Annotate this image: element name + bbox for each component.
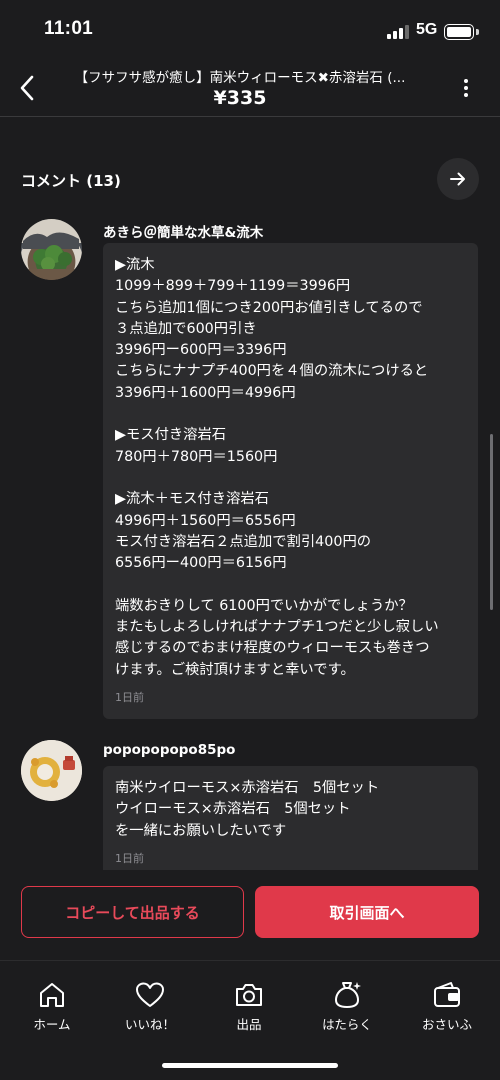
item-price: ¥335 <box>213 87 267 109</box>
comment-line: 3396円＋1600円＝4996円 <box>115 384 296 401</box>
more-button[interactable] <box>456 76 476 100</box>
camera-icon <box>236 984 262 1006</box>
home-icon <box>40 983 64 1007</box>
comment-timestamp: 1日前 <box>115 851 144 865</box>
comments-scroll-area[interactable]: コメント (13) あきら＠簡単な水草&流木 ▶︎流木 1099＋899＋799… <box>0 118 500 870</box>
status-bar: 11:01 5G <box>0 0 500 60</box>
user-avatar-image <box>21 219 82 280</box>
user-avatar-image <box>21 740 82 801</box>
battery-cap <box>476 29 479 35</box>
comment-line: ウイローモス×赤溶岩石 5個セット <box>115 801 351 818</box>
copy-listing-button[interactable]: コピーして出品する <box>21 886 244 938</box>
back-button[interactable] <box>12 72 42 104</box>
comment-line: ▶︎流木＋モス付き溶岩石 <box>115 491 269 508</box>
tab-bar: ホーム いいね！ 出品 はたらく おさいふ <box>0 960 500 1080</box>
comments-title: コメント (13) <box>21 172 121 190</box>
tab-label: いいね！ <box>124 1017 175 1032</box>
comment-bubble: ▶︎流木 1099＋899＋799＋1199＝3996円 こちら追加1個につき2… <box>103 243 478 719</box>
more-vertical-icon <box>464 79 468 83</box>
item-title: 【フサフサ感が癒し】南米ウィローモス✖︎赤溶岩石 (... <box>74 70 406 86</box>
status-time: 11:01 <box>44 18 94 39</box>
comment-line: 南米ウイローモス×赤溶岩石 5個セット <box>115 780 380 796</box>
home-indicator[interactable] <box>162 1063 338 1068</box>
arrow-right-icon <box>450 172 465 186</box>
comment-timestamp: 1日前 <box>115 690 144 704</box>
action-bar: コピーして出品する 取引画面へ <box>0 870 500 958</box>
comment-author[interactable]: popopopopo85po <box>103 742 235 758</box>
tab-label: おさいふ <box>421 1017 472 1032</box>
network-type: 5G <box>416 21 438 38</box>
comment-blank-line <box>115 468 466 489</box>
comment-line: を一緒にお願いしたいです <box>115 822 287 839</box>
comment-line: ▶︎流木 <box>115 257 155 273</box>
tab-label: はたらく <box>322 1017 372 1032</box>
comment-line: ▶︎モス付き溶岩石 <box>115 427 227 444</box>
comment-line: 端数おきりして 6100円でいかがでしょうか？ <box>115 597 413 614</box>
item-header: 【フサフサ感が癒し】南米ウィローモス✖︎赤溶岩石 (... ¥335 <box>0 60 500 117</box>
comments-more-button[interactable] <box>437 158 479 200</box>
tab-label: 出品 <box>236 1017 262 1032</box>
battery-icon <box>444 24 474 40</box>
wallet-icon <box>434 982 460 1007</box>
avatar[interactable] <box>21 740 82 801</box>
chevron-left-icon <box>20 75 34 101</box>
heart-icon <box>136 982 164 1007</box>
comment-line: 6556円ー400円＝6156円 <box>115 555 287 572</box>
scrollbar[interactable] <box>490 434 493 610</box>
tab-label: ホーム <box>33 1017 71 1032</box>
tab-likes[interactable]: いいね！ <box>110 979 190 1035</box>
trade-screen-button[interactable]: 取引画面へ <box>255 886 479 938</box>
comment-line: けます。ご検討頂けますと幸いです。 <box>115 661 355 678</box>
comment-blank-line <box>115 574 466 595</box>
comment-line: またもしよろしければナナプチ1つだと少し寂しい <box>115 619 439 636</box>
comment-line: 4996円＋1560円＝6556円 <box>115 512 296 529</box>
comment-line: 780円＋780円＝1560円 <box>115 448 278 465</box>
tab-home[interactable]: ホーム <box>12 979 92 1035</box>
comments-header: コメント (13) <box>0 158 500 200</box>
comment-line: 感じするのでおまけ程度のウィローモスも巻きつ <box>115 640 430 657</box>
money-bag-icon <box>335 982 361 1008</box>
signal-icon <box>387 25 409 39</box>
comment-line: ３点追加で600円引き <box>115 320 257 337</box>
comment-blank-line <box>115 404 466 425</box>
comment-line: モス付き溶岩石２点追加で割引400円の <box>115 533 372 550</box>
comment-line: こちらにナナプチ400円を４個の流木につけると <box>115 363 429 380</box>
tab-wallet[interactable]: おさいふ <box>407 979 487 1035</box>
comment-author[interactable]: あきら＠簡単な水草&流木 <box>103 221 263 241</box>
tab-work[interactable]: はたらく <box>307 979 387 1035</box>
comment-line: 1099＋899＋799＋1199＝3996円 <box>115 278 351 295</box>
tab-sell[interactable]: 出品 <box>209 979 289 1035</box>
comment-bubble: 南米ウイローモス×赤溶岩石 5個セット ウイローモス×赤溶岩石 5個セット を一… <box>103 766 478 870</box>
comment-line: 3996円ー600円＝3396円 <box>115 342 287 359</box>
avatar[interactable] <box>21 219 82 280</box>
comment-line: こちら追加1個につき200円お値引きしてるので <box>115 299 423 316</box>
